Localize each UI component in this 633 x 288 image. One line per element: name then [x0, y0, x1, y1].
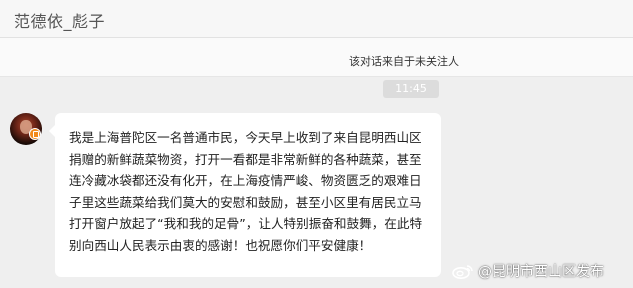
stranger-notice-bar: 该对话来自于未关注人	[0, 38, 633, 77]
weibo-logo-icon	[452, 265, 473, 279]
chat-title[interactable]: 范德依_彪子	[14, 8, 105, 32]
watermark: @昆明市西山区发布	[452, 262, 604, 280]
watermark-text: @昆明市西山区发布	[478, 264, 604, 280]
message-text: 我是上海普陀区一名普通市民，今天早上收到了来自昆明西山区捐赠的新鲜蔬菜物资，打开…	[69, 130, 423, 253]
verified-badge-icon	[29, 128, 41, 140]
message-timestamp: 11:45	[383, 80, 439, 98]
chat-header: 范德依_彪子	[0, 0, 633, 38]
message-bubble[interactable]: 我是上海普陀区一名普通市民，今天早上收到了来自昆明西山区捐赠的新鲜蔬菜物资，打开…	[49, 113, 441, 277]
stranger-notice-text: 该对话来自于未关注人	[349, 55, 459, 68]
